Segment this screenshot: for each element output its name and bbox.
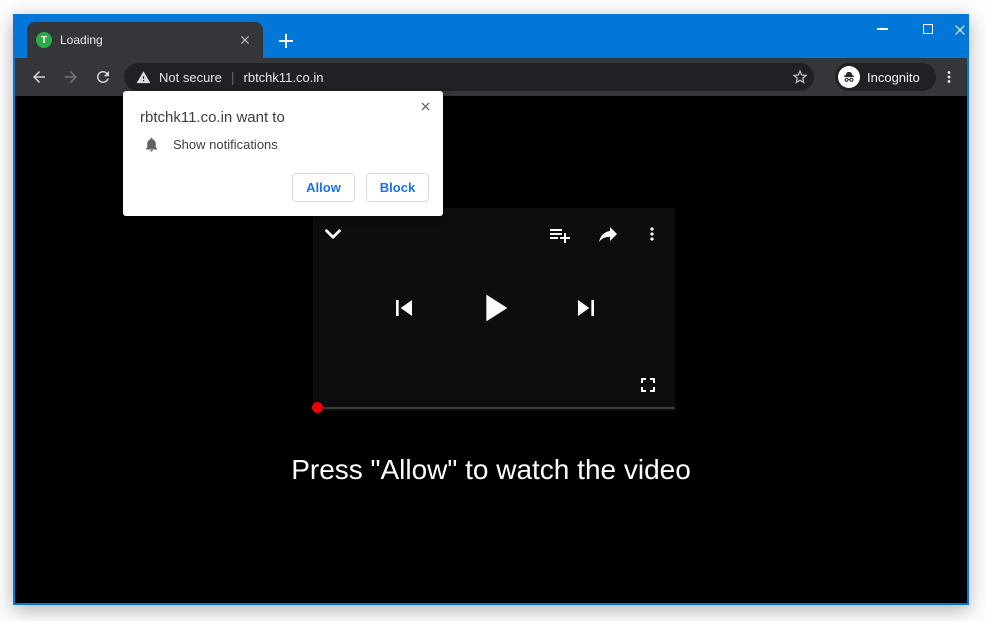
address-bar[interactable]: Not secure | rbtchk11.co.in [124,63,814,91]
title-bar: T Loading [13,14,969,58]
tab-favicon-icon: T [36,32,52,48]
notification-permission-popup: rbtchk11.co.in want to Show notification… [123,91,443,216]
progress-bar[interactable] [313,407,675,409]
allow-button[interactable]: Allow [292,173,355,202]
browser-tab[interactable]: T Loading [27,22,263,58]
permission-row: Show notifications [143,136,278,153]
page-message: Press "Allow" to watch the video [15,454,967,486]
url-text: rbtchk11.co.in [244,70,324,85]
popup-title: rbtchk11.co.in want to [140,109,285,126]
chevron-down-icon[interactable] [320,221,346,247]
kebab-menu-icon[interactable] [642,224,662,244]
skip-previous-icon[interactable] [388,292,420,324]
omnibox-separator: | [231,69,235,85]
popup-buttons: Allow Block [292,173,429,202]
share-arrow-icon[interactable] [596,222,620,246]
bell-icon [143,136,160,153]
reload-icon[interactable] [94,68,112,86]
incognito-avatar [838,66,860,88]
security-status-label: Not secure [159,70,222,85]
block-button[interactable]: Block [366,173,429,202]
minimize-button[interactable] [859,14,905,44]
playlist-add-icon[interactable] [548,223,572,247]
kebab-menu-icon[interactable] [940,68,958,86]
incognito-icon [841,69,857,85]
fullscreen-icon[interactable] [636,373,660,397]
video-player [313,208,675,411]
window-controls [859,14,969,46]
back-arrow-icon[interactable] [30,68,48,86]
play-icon[interactable] [471,285,517,331]
browser-window: T Loading [13,14,969,605]
skip-next-icon[interactable] [570,292,602,324]
maximize-icon [923,24,933,34]
incognito-label: Incognito [867,70,920,85]
incognito-badge: Incognito [835,63,936,91]
close-icon[interactable] [418,99,433,114]
tab-title: Loading [60,22,103,58]
forward-arrow-icon[interactable] [62,68,80,86]
close-window-button[interactable] [951,21,969,39]
minimize-icon [877,28,888,30]
bookmark-star-icon[interactable] [791,68,809,86]
new-tab-button[interactable] [274,29,298,53]
tab-close-icon[interactable] [237,32,253,48]
permission-label: Show notifications [173,137,278,152]
progress-dot[interactable] [312,402,323,413]
maximize-button[interactable] [905,14,951,44]
warning-triangle-icon[interactable] [136,70,151,85]
